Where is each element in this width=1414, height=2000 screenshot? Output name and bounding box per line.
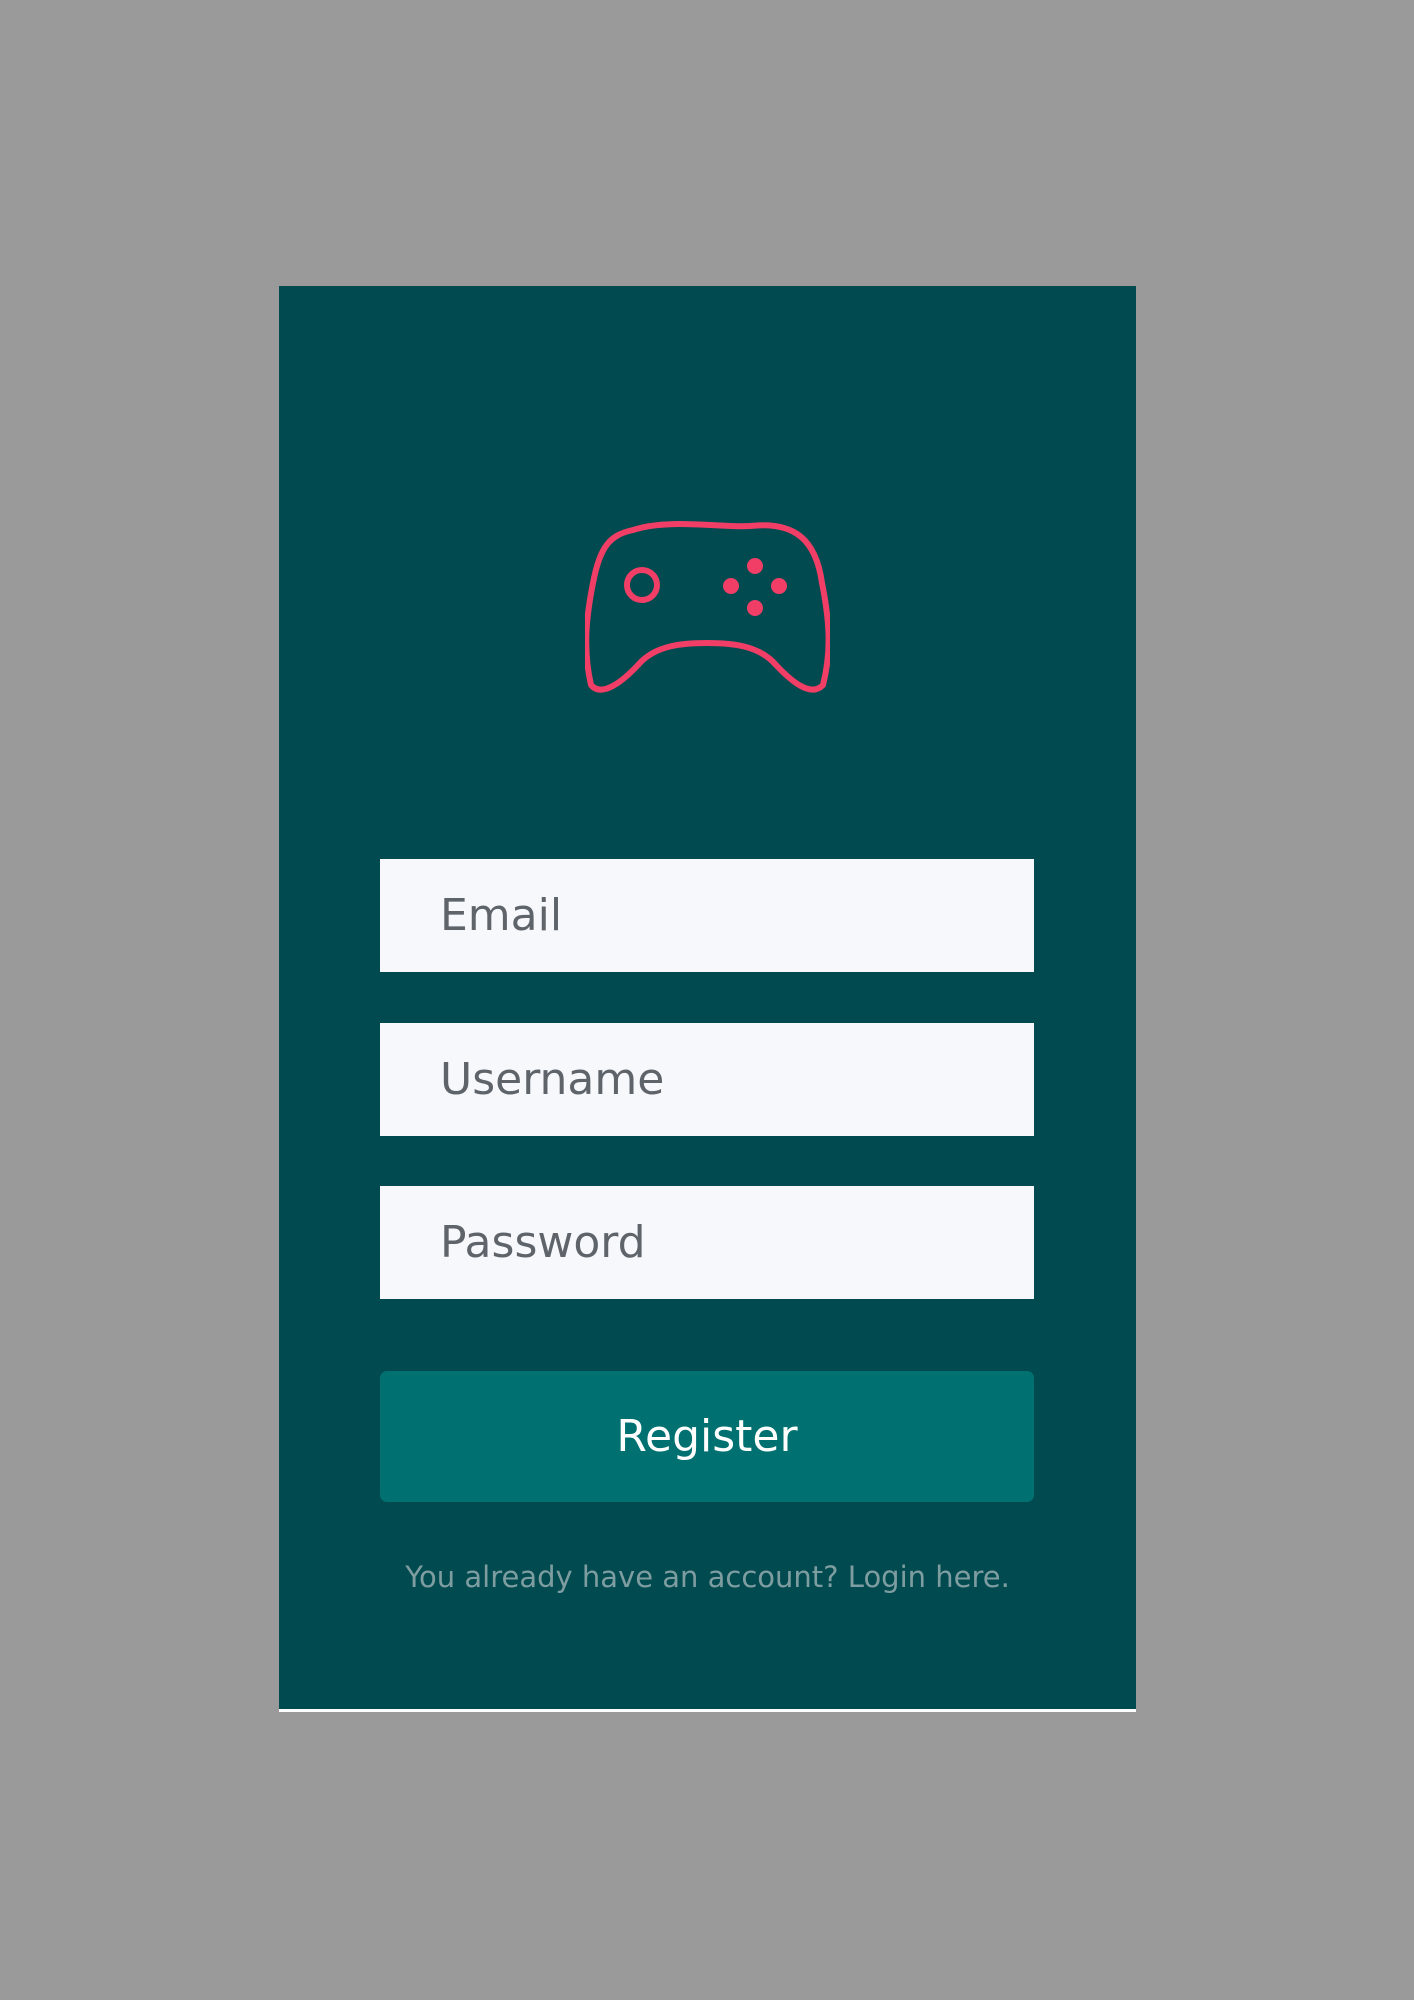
login-link[interactable]: You already have an account? Login here. <box>279 1560 1136 1594</box>
register-button[interactable]: Register <box>380 1371 1034 1502</box>
registration-card: Register You already have an account? Lo… <box>279 286 1136 1712</box>
password-field[interactable] <box>380 1186 1034 1299</box>
username-field[interactable] <box>380 1023 1034 1136</box>
gamepad-icon <box>585 516 830 696</box>
email-field[interactable] <box>380 859 1034 972</box>
